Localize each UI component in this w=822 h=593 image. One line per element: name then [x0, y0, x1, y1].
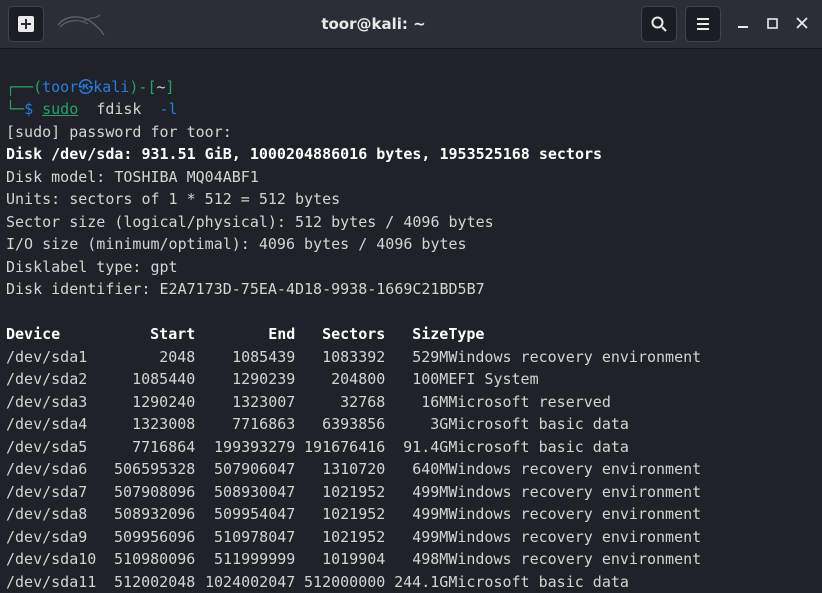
partition-row: /dev/sda5771686419939327919167641691.4GM… — [6, 436, 701, 459]
maximize-button[interactable] — [767, 17, 778, 31]
disk-info-line: Disk model: TOSHIBA MQ04ABF1 — [6, 168, 259, 186]
partition-row: /dev/sda85089320965099540471021952499MWi… — [6, 503, 701, 526]
prompt-line-1: ┌──(toor㉿kali)-[~] — [6, 78, 175, 96]
blank-line — [6, 303, 15, 321]
terminal-area[interactable]: ┌──(toor㉿kali)-[~] └─$ sudo fdisk -l [su… — [0, 49, 822, 593]
disk-header-line: Disk /dev/sda: 931.51 GiB, 1000204886016… — [6, 145, 602, 163]
disk-info-line: Disklabel type: gpt — [6, 258, 178, 276]
search-icon — [651, 16, 667, 32]
partition-row: /dev/sda65065953285079060471310720640MWi… — [6, 458, 701, 481]
disk-info-line: Disk identifier: E2A7173D-75EA-4D18-9938… — [6, 280, 485, 298]
disk-info-line: Sector size (logical/physical): 512 byte… — [6, 213, 494, 231]
disk-info-line: I/O size (minimum/optimal): 4096 bytes /… — [6, 235, 467, 253]
search-button[interactable] — [641, 6, 677, 42]
new-tab-icon — [17, 15, 35, 33]
partition-row: /dev/sda95099560965109780471021952499MWi… — [6, 526, 701, 549]
partition-table: Device Start End Sectors Size Type /dev/… — [6, 323, 701, 593]
titlebar: toor@kali: ~ — [0, 0, 822, 49]
partition-row: /dev/sda105109800965119999991019904498MW… — [6, 548, 701, 571]
prompt-line-2: └─$ sudo fdisk -l — [6, 100, 178, 118]
sudo-password-prompt: [sudo] password for toor: — [6, 123, 232, 141]
partition-row: /dev/sda41323008771686363938563GMicrosof… — [6, 413, 701, 436]
hamburger-icon — [695, 16, 711, 32]
maximize-icon — [767, 18, 778, 29]
disk-info-line: Units: sectors of 1 * 512 = 512 bytes — [6, 190, 340, 208]
partition-row: /dev/sda3129024013230073276816MMicrosoft… — [6, 391, 701, 414]
partition-row: /dev/sda75079080965089300471021952499MWi… — [6, 481, 701, 504]
partition-row: /dev/sda11512002048102400204751200000024… — [6, 571, 701, 593]
menu-button[interactable] — [685, 6, 721, 42]
close-icon — [796, 17, 808, 29]
minimize-button[interactable] — [737, 17, 749, 31]
partition-row: /dev/sda1204810854391083392529MWindows r… — [6, 346, 701, 369]
kali-logo-icon — [56, 11, 106, 37]
partition-table-header: Device Start End Sectors Size Type — [6, 323, 701, 346]
close-button[interactable] — [796, 17, 808, 31]
sudo-command: sudo — [42, 100, 78, 118]
new-tab-button[interactable] — [8, 6, 44, 42]
minimize-icon — [737, 17, 749, 29]
window-title: toor@kali: ~ — [114, 17, 633, 32]
partition-row: /dev/sda210854401290239204800100MEFI Sys… — [6, 368, 701, 391]
